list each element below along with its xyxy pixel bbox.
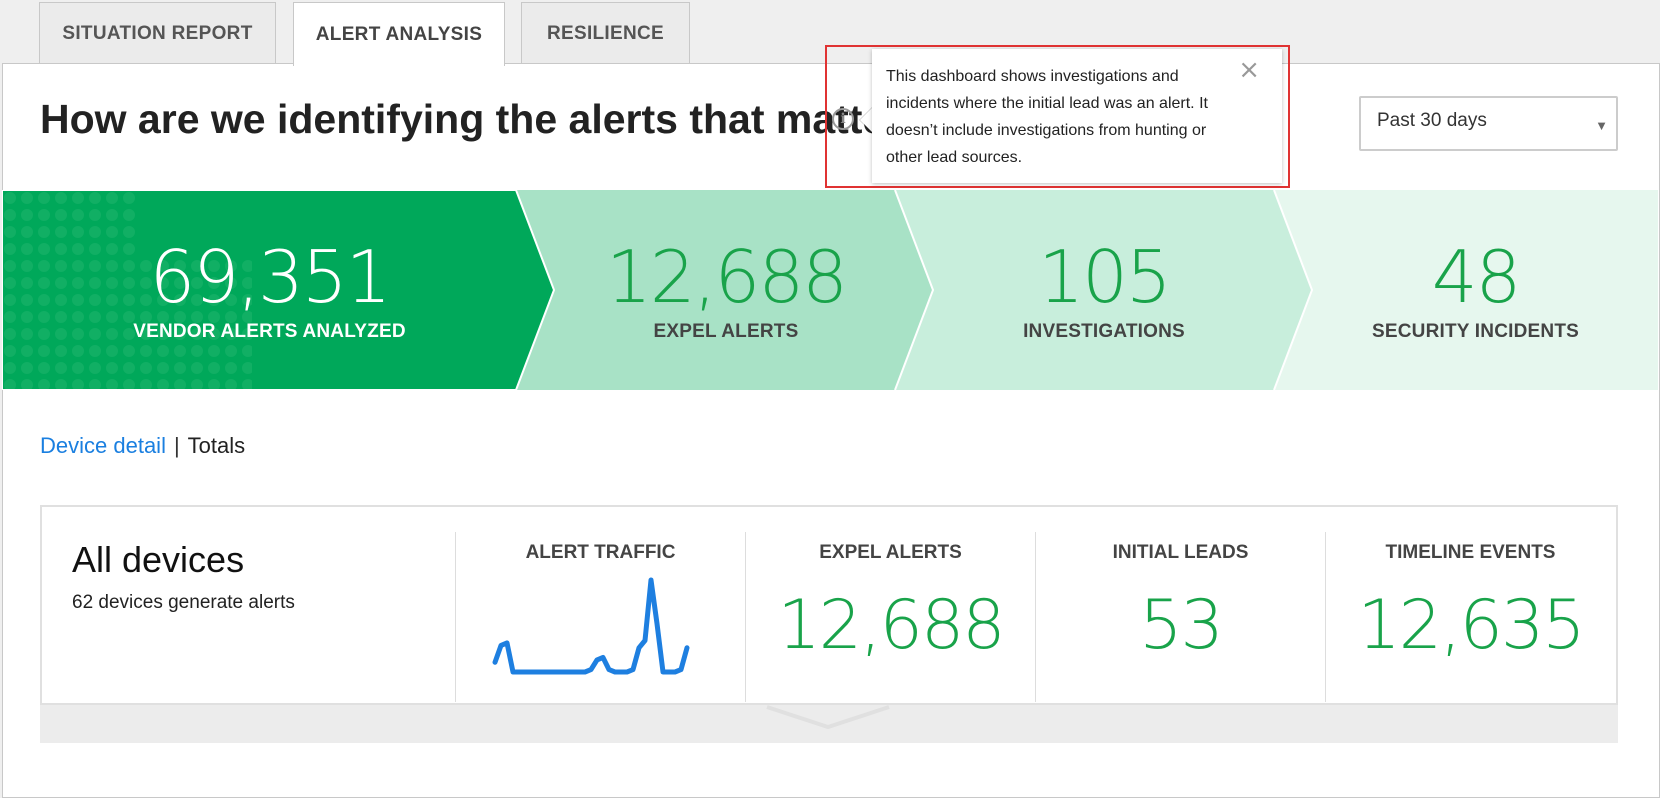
- chevron-down-icon: [766, 705, 890, 730]
- all-devices-card[interactable]: All devices 62 devices generate alerts A…: [40, 505, 1618, 705]
- expel-alerts-metric-value: 12,688: [777, 586, 1006, 665]
- expel-alerts-value: 12,688: [606, 235, 848, 319]
- date-range-value: Past 30 days: [1377, 110, 1487, 131]
- funnel-stage-expel-alerts[interactable]: 12,688 EXPEL ALERTS: [537, 190, 915, 390]
- timeline-events-label: TIMELINE EVENTS: [1385, 542, 1556, 563]
- investigations-label: INVESTIGATIONS: [1023, 321, 1185, 342]
- incidents-label: SECURITY INCIDENTS: [1372, 321, 1579, 342]
- initial-leads-column: INITIAL LEADS 53: [1035, 532, 1325, 702]
- alert-traffic-column: ALERT TRAFFIC: [455, 532, 745, 702]
- devices-title: All devices: [72, 539, 245, 580]
- date-range-select[interactable]: Past 30 days ▼: [1359, 96, 1618, 151]
- timeline-events-column: TIMELINE EVENTS 12,635: [1325, 532, 1615, 702]
- funnel-stage-security-incidents[interactable]: 48 SECURITY INCIDENTS: [1293, 190, 1658, 390]
- tooltip-text: This dashboard shows investigations and …: [886, 68, 1208, 166]
- alert-traffic-sparkline: [492, 577, 690, 675]
- incidents-value: 48: [1431, 235, 1522, 319]
- view-toggle-separator: |: [173, 433, 180, 458]
- expel-alerts-column: EXPEL ALERTS 12,688: [745, 532, 1035, 702]
- initial-leads-label: INITIAL LEADS: [1112, 542, 1249, 563]
- tooltip-highlight: This dashboard shows investigations and …: [825, 45, 1290, 188]
- funnel-stage-investigations[interactable]: 105 INVESTIGATIONS: [915, 190, 1293, 390]
- totals-option[interactable]: Totals: [188, 433, 245, 458]
- vendor-alerts-label: VENDOR ALERTS ANALYZED: [133, 321, 406, 342]
- expel-alerts-label: EXPEL ALERTS: [653, 321, 799, 342]
- investigations-value: 105: [1038, 235, 1171, 319]
- page-title: How are we identifying the alerts that m…: [40, 96, 927, 142]
- chevron-down-icon: ▼: [1595, 118, 1608, 133]
- close-icon[interactable]: ×: [1238, 57, 1260, 84]
- tab-situation-report[interactable]: SITUATION REPORT: [39, 2, 276, 64]
- alert-traffic-label: ALERT TRAFFIC: [525, 542, 676, 563]
- tab-resilience[interactable]: RESILIENCE: [521, 2, 690, 64]
- info-tooltip: This dashboard shows investigations and …: [872, 49, 1282, 183]
- tab-alert-analysis[interactable]: ALERT ANALYSIS: [293, 2, 505, 66]
- initial-leads-value: 53: [1139, 586, 1224, 665]
- alert-funnel: 69,351 VENDOR ALERTS ANALYZED 12,688 EXP…: [2, 190, 1658, 390]
- timeline-events-value: 12,635: [1357, 586, 1586, 665]
- devices-subtitle: 62 devices generate alerts: [72, 592, 295, 613]
- expand-bar[interactable]: [40, 705, 1618, 743]
- alert-traffic-line: [492, 577, 690, 675]
- expel-alerts-metric-label: EXPEL ALERTS: [819, 542, 962, 563]
- funnel-stage-vendor-alerts[interactable]: 69,351 VENDOR ALERTS ANALYZED: [2, 190, 537, 390]
- vendor-alerts-value: 69,351: [149, 235, 392, 319]
- view-toggle: Device detail | Totals: [40, 433, 245, 459]
- device-detail-link[interactable]: Device detail: [40, 433, 166, 458]
